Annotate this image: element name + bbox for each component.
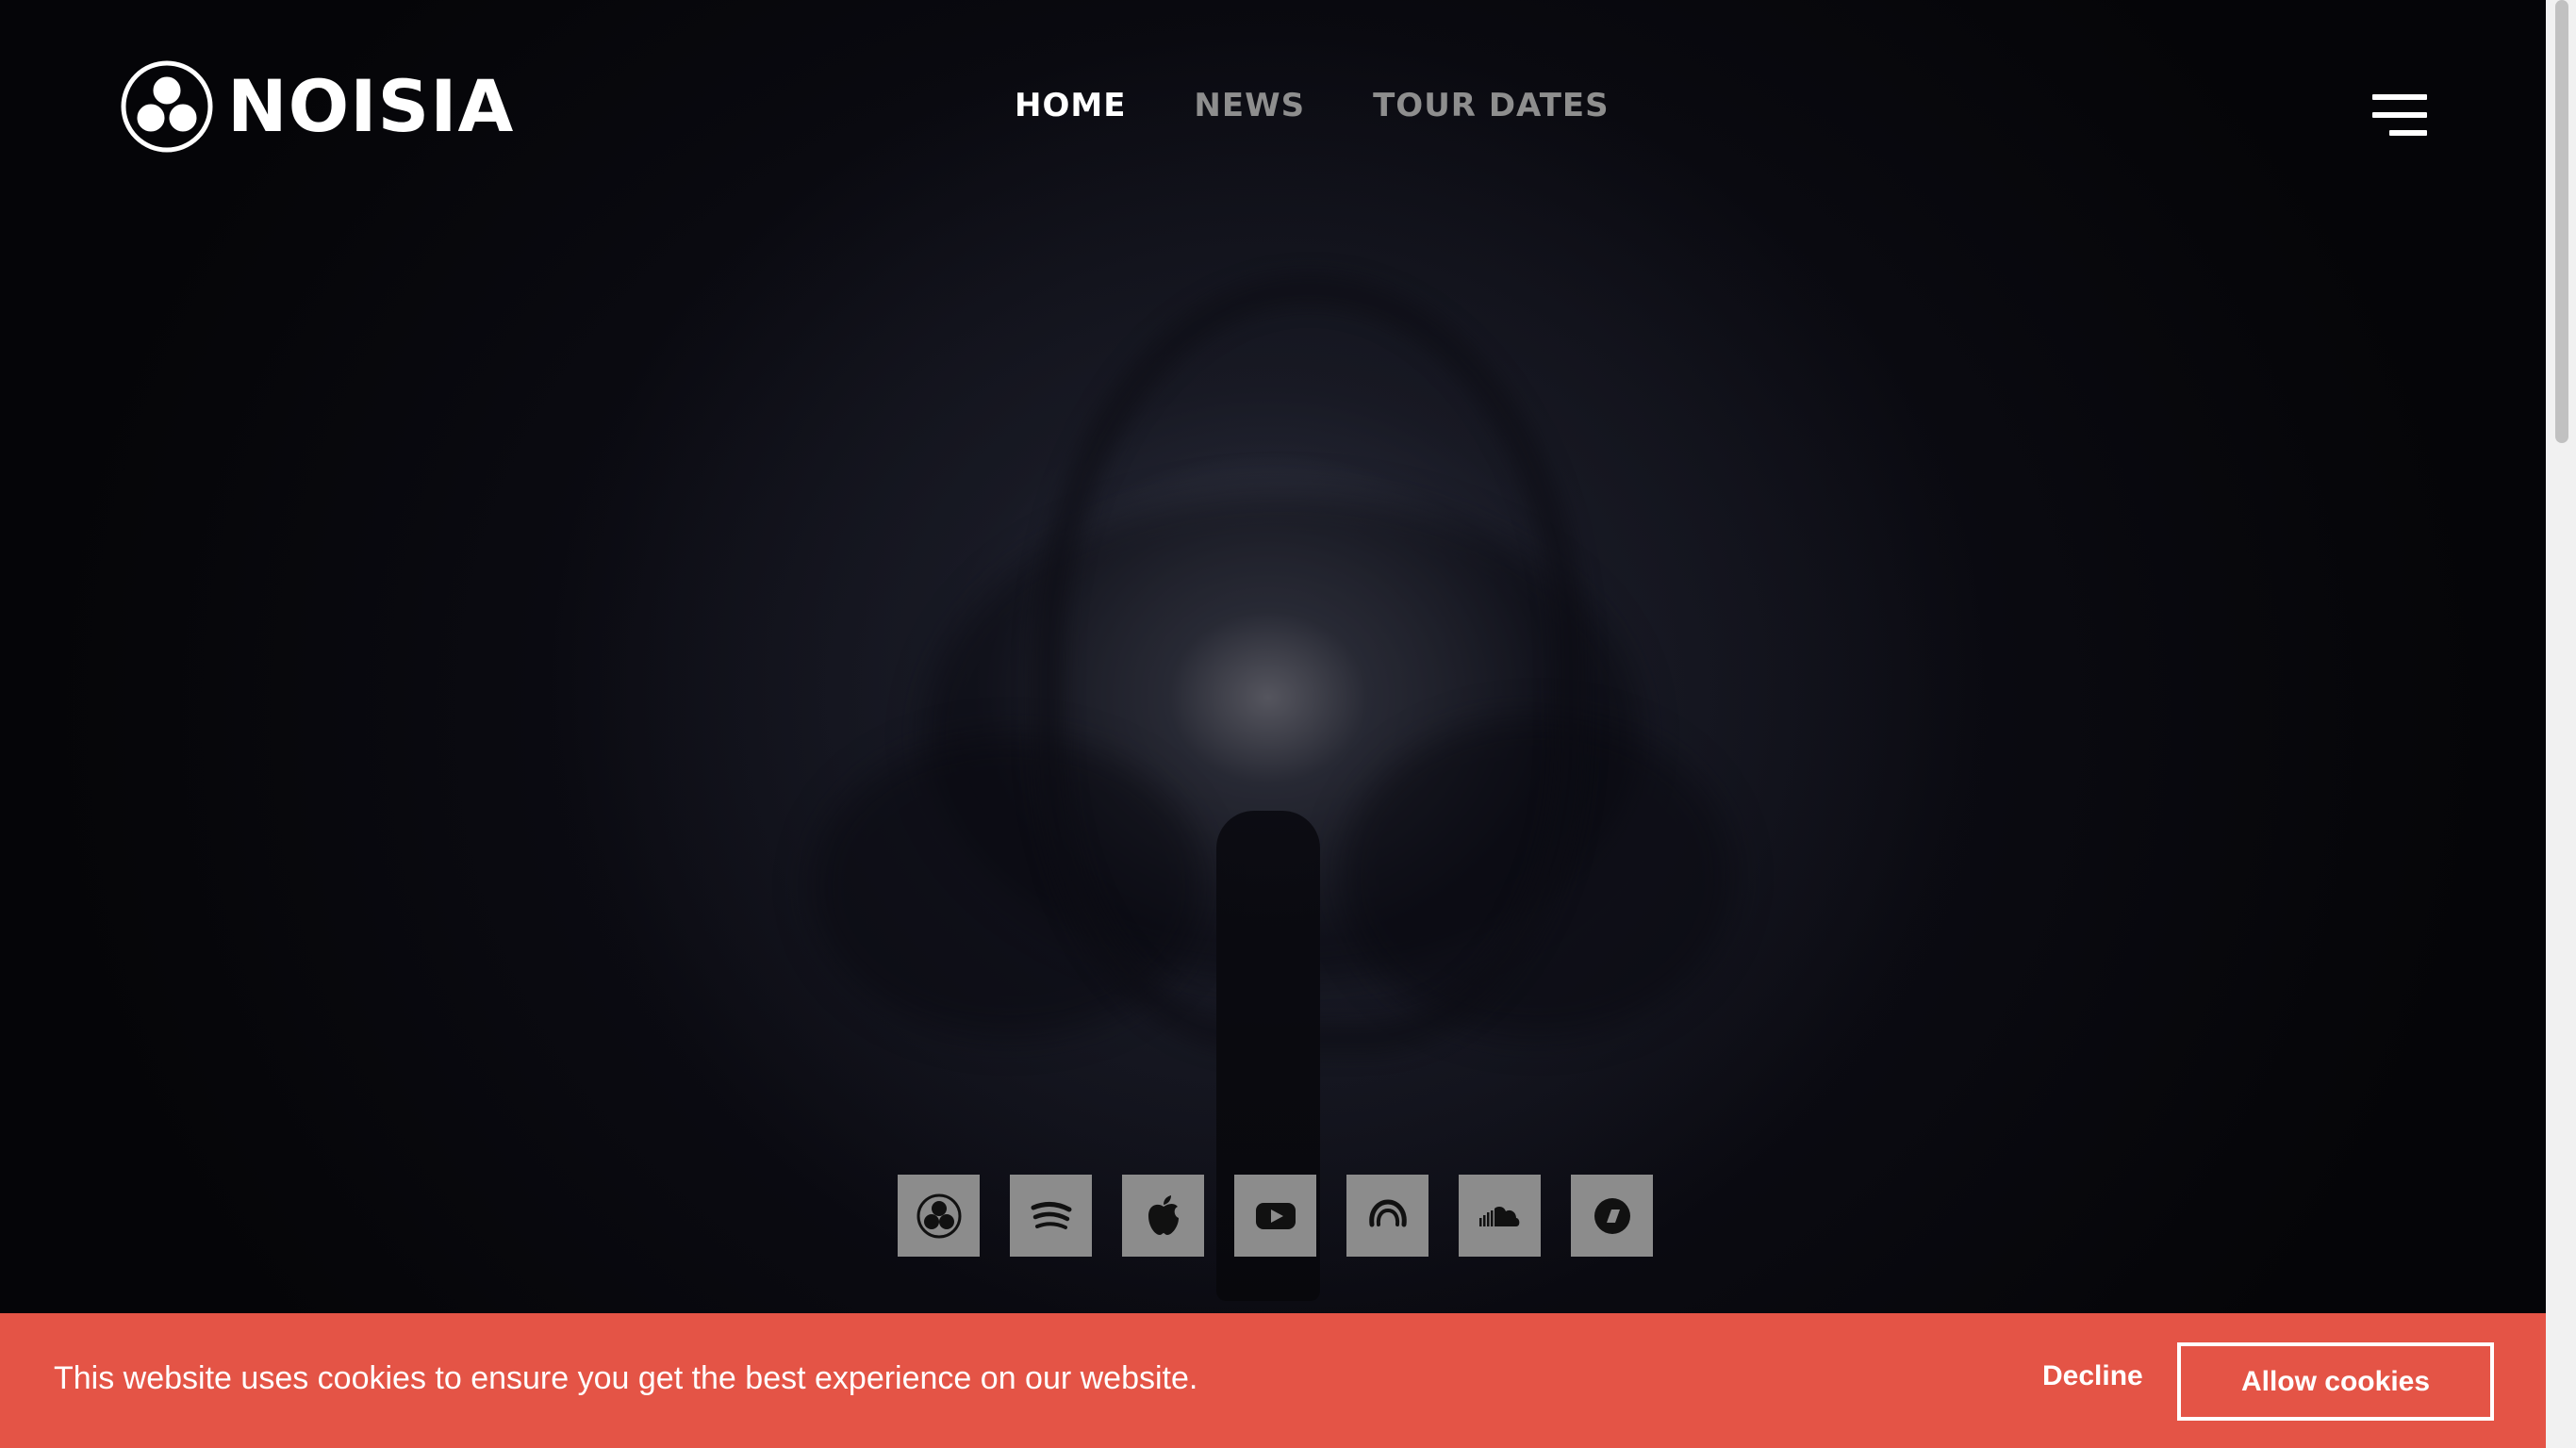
brand-logo[interactable]: NOISIA <box>120 59 514 154</box>
bandcamp-icon <box>1593 1197 1630 1234</box>
menu-line-icon <box>2372 112 2427 118</box>
noisia-icon <box>916 1193 961 1238</box>
menu-line-icon <box>2372 94 2427 100</box>
nav-item-home[interactable]: HOME <box>1015 87 1126 124</box>
nav-item-news[interactable]: NEWS <box>1194 87 1305 124</box>
soundcloud-link-button[interactable] <box>1459 1175 1541 1257</box>
nav-item-tour-dates[interactable]: TOUR DATES <box>1373 87 1610 124</box>
site-header: NOISIA HOME NEWS TOUR DATES <box>0 0 2546 226</box>
main-nav: HOME NEWS TOUR DATES <box>1015 87 1610 124</box>
brand-name: NOISIA <box>227 64 515 148</box>
audiomack-link-button[interactable] <box>1346 1175 1428 1257</box>
scrollbar-thumb[interactable] <box>2555 0 2568 443</box>
noisia-logo-icon <box>121 60 213 153</box>
decline-cookies-button[interactable]: Decline <box>2042 1360 2143 1392</box>
menu-line-icon <box>2389 130 2427 136</box>
noisia-link-button[interactable] <box>898 1175 980 1257</box>
bandcamp-link-button[interactable] <box>1571 1175 1653 1257</box>
spotify-icon <box>1031 1201 1071 1229</box>
allow-cookies-button[interactable]: Allow cookies <box>2177 1342 2494 1421</box>
cookie-consent-bar: This website uses cookies to ensure you … <box>0 1313 2546 1448</box>
social-links <box>898 1175 1653 1257</box>
page: NOISIA HOME NEWS TOUR DATES This website… <box>0 0 2576 1448</box>
spotify-link-button[interactable] <box>1010 1175 1092 1257</box>
apple-music-link-button[interactable] <box>1122 1175 1204 1257</box>
soundcloud-icon <box>1478 1206 1519 1226</box>
cookie-message: This website uses cookies to ensure you … <box>54 1360 1198 1396</box>
youtube-icon <box>1255 1202 1296 1229</box>
hamburger-menu-button[interactable] <box>2372 94 2427 136</box>
apple-music-icon <box>1148 1194 1179 1235</box>
youtube-link-button[interactable] <box>1234 1175 1316 1257</box>
audiomack-icon <box>1368 1198 1407 1226</box>
scrollbar[interactable] <box>2546 0 2576 1448</box>
